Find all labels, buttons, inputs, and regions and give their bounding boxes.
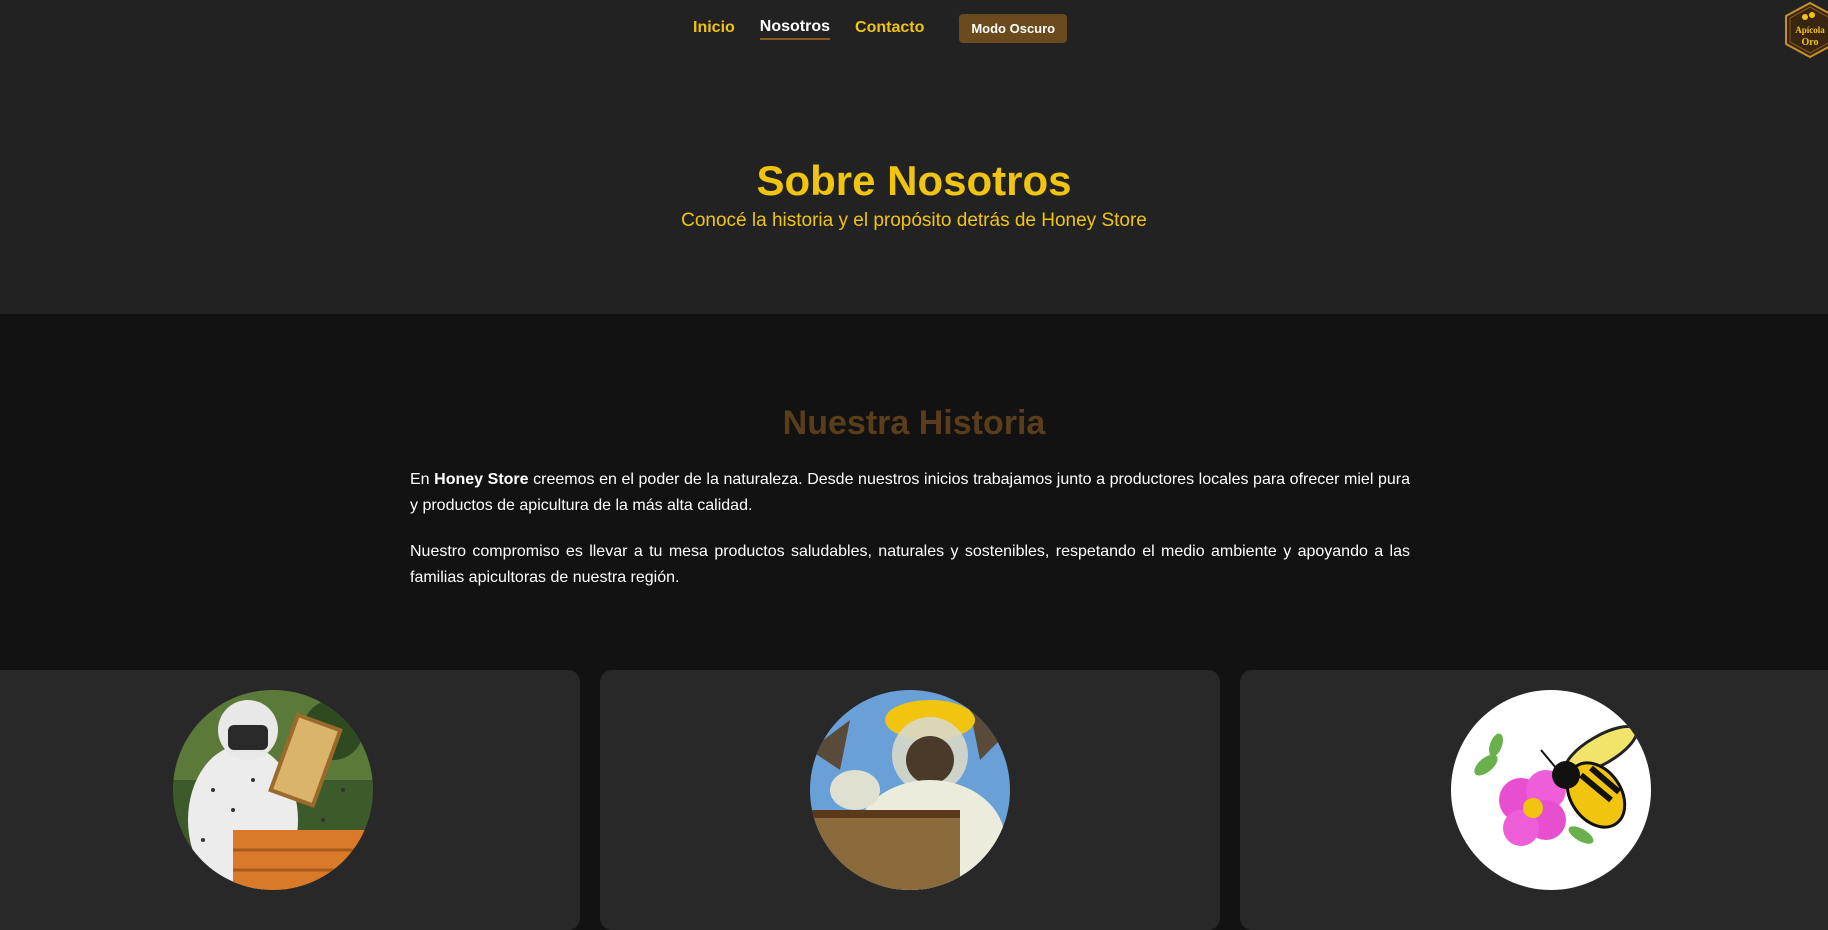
team-card-1	[0, 670, 580, 930]
logo-text-line1: Apícola	[1795, 25, 1825, 35]
hero-section: Sobre Nosotros Conocé la historia y el p…	[0, 60, 1828, 314]
brand-name: Honey Store	[434, 471, 529, 488]
nav-link-nosotros[interactable]: Nosotros	[759, 18, 831, 40]
page-subtitle: Conocé la historia y el propósito detrás…	[681, 210, 1147, 231]
page-title: Sobre Nosotros	[756, 157, 1072, 204]
history-section: Nuestra Historia En Honey Store creemos …	[0, 314, 1828, 670]
history-paragraph-2: Nuestro compromiso es llevar a tu mesa p…	[410, 543, 1410, 586]
team-card-2	[600, 670, 1220, 930]
beekeeper-hive-photo	[810, 690, 1010, 890]
beekeeper-frame-photo	[173, 690, 373, 890]
history-p1-prefix: En	[410, 471, 435, 488]
history-p1-text: creemos en el poder de la naturaleza. De…	[410, 471, 1411, 514]
dark-mode-button[interactable]: Modo Oscuro	[959, 14, 1068, 43]
nav-link-contacto[interactable]: Contacto	[855, 19, 924, 39]
main-nav: Inicio Nosotros Contacto Modo Oscuro	[693, 14, 1068, 43]
nav-link-inicio[interactable]: Inicio	[693, 19, 735, 39]
logo-text-line2: Oro	[1801, 37, 1818, 48]
team-card-3	[1240, 670, 1828, 930]
apicola-oro-logo[interactable]: Apícola Oro	[1782, 1, 1828, 59]
history-title: Nuestra Historia	[782, 404, 1046, 442]
history-paragraph-1: En Honey Store creemos en el poder de la…	[410, 467, 1410, 519]
top-nav-bar: Inicio Nosotros Contacto Modo Oscuro Apí…	[0, 0, 1828, 60]
bee-flower-illustration	[1451, 690, 1651, 890]
